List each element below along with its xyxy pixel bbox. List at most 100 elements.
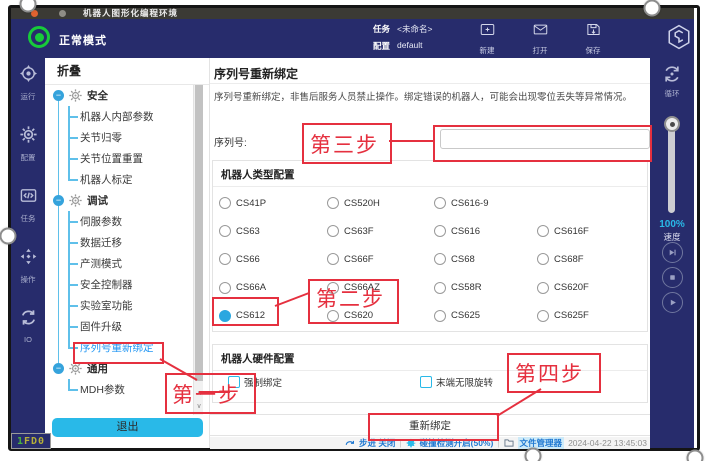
robot-type-option-CS616F[interactable]: CS616F: [537, 225, 643, 237]
scroll-up-arrow[interactable]: ∧: [194, 388, 204, 400]
skip-next-button[interactable]: [662, 242, 683, 263]
skip-next-icon: [668, 248, 677, 257]
robot-type-option-CS66A[interactable]: CS66A: [219, 282, 327, 294]
tree-item[interactable]: 数据迁移: [45, 232, 197, 253]
tree-item[interactable]: 产测模式: [45, 253, 197, 274]
loop-icon[interactable]: [662, 64, 682, 84]
sidebar-item-IO[interactable]: IO: [20, 309, 37, 349]
radio-icon[interactable]: [434, 225, 446, 237]
tree-scrollbar[interactable]: ∧ ∨: [193, 85, 203, 415]
radio-icon[interactable]: [219, 282, 231, 294]
tree-item[interactable]: 序列号重新绑定: [45, 337, 197, 358]
robot-type-option-CS620F[interactable]: CS620F: [537, 282, 643, 294]
radio-icon[interactable]: [434, 310, 446, 322]
checkbox-icon[interactable]: [420, 376, 432, 388]
robot-type-option-CS58R[interactable]: CS58R: [434, 282, 537, 294]
打开-button[interactable]: 打开: [520, 22, 560, 56]
robot-type-option-CS520H[interactable]: CS520H: [327, 197, 434, 209]
tree-item[interactable]: 机器人标定: [45, 169, 197, 190]
保存-button[interactable]: 保存: [573, 22, 613, 56]
robot-type-option-CS616[interactable]: CS616: [434, 225, 537, 237]
robot-type-section: 机器人类型配置 CS41PCS520HCS616-9CS63CS63FCS616…: [212, 160, 648, 332]
radio-icon[interactable]: [434, 253, 446, 265]
robot-type-option-CS620[interactable]: CS620: [327, 310, 434, 322]
rebind-button[interactable]: 重新绑定: [210, 414, 650, 436]
step-mode-icon: [345, 438, 355, 448]
robot-type-option-CS625[interactable]: CS625: [434, 310, 537, 322]
radio-icon[interactable]: [327, 225, 339, 237]
task-value: <未命名>: [397, 23, 432, 35]
radio-icon[interactable]: [434, 282, 446, 294]
robot-type-option-CS63[interactable]: CS63: [219, 225, 327, 237]
radio-icon[interactable]: [537, 253, 549, 265]
sidebar-item-任务[interactable]: 任务: [20, 187, 37, 227]
tree-item[interactable]: MDH参数: [45, 379, 197, 398]
tree-group-安全[interactable]: 安全: [45, 85, 197, 106]
separator: |: [399, 438, 401, 448]
robot-type-option-CS612[interactable]: CS612: [219, 310, 327, 322]
radio-icon[interactable]: [327, 282, 339, 294]
新建-button[interactable]: 新建: [467, 22, 507, 56]
tree-item[interactable]: 关节归零: [45, 127, 197, 148]
tree-group-调试[interactable]: 调试: [45, 190, 197, 211]
mode-label: 正常模式: [59, 32, 107, 48]
radio-icon[interactable]: [537, 282, 549, 294]
scrollbar-thumb[interactable]: [195, 85, 203, 381]
robot-type-option-CS66[interactable]: CS66: [219, 253, 327, 265]
collapse-minus-icon[interactable]: [53, 195, 64, 206]
robot-type-option-CS41P[interactable]: CS41P: [219, 197, 327, 209]
radio-icon[interactable]: [219, 197, 231, 209]
robot-type-option-CS63F[interactable]: CS63F: [327, 225, 434, 237]
tree-item[interactable]: 机器人内部参数: [45, 106, 197, 127]
radio-icon[interactable]: [219, 225, 231, 237]
checkbox-强制绑定[interactable]: 强制绑定: [228, 375, 282, 389]
collision-status[interactable]: 碰撞检测开启(50%): [420, 437, 494, 449]
robot-type-option-CS625F[interactable]: CS625F: [537, 310, 643, 322]
minimize-button[interactable]: [59, 10, 66, 17]
code-prefix: 1: [17, 436, 24, 447]
speed-slider-knob[interactable]: [664, 116, 680, 132]
sidebar-item-运行[interactable]: 运行: [20, 65, 37, 105]
robot-type-option-CS66F[interactable]: CS66F: [327, 253, 434, 265]
collapse-minus-icon[interactable]: [53, 90, 64, 101]
radio-icon[interactable]: [327, 253, 339, 265]
checkbox-末端无限旋转[interactable]: 末端无限旋转: [420, 375, 493, 389]
transport-buttons: [650, 242, 694, 313]
file-manager-link[interactable]: 文件管理器: [518, 437, 565, 449]
tree-item[interactable]: 实验室功能: [45, 295, 197, 316]
scroll-down-arrow[interactable]: ∨: [194, 401, 204, 413]
play-button[interactable]: [662, 292, 683, 313]
robot-type-option-CS616-9[interactable]: CS616-9: [434, 197, 537, 209]
radio-icon[interactable]: [219, 253, 231, 265]
left-nav: 运行配置任务操作 IO: [11, 58, 45, 448]
robot-type-title: 机器人类型配置: [221, 167, 295, 182]
collapse-minus-icon[interactable]: [53, 363, 64, 374]
exit-button[interactable]: 退出: [52, 418, 203, 437]
tree-item[interactable]: 固件升级: [45, 316, 197, 337]
sidebar-item-配置[interactable]: 配置: [20, 126, 37, 166]
settings-tree-panel: 折叠 安全机器人内部参数关节归零关节位置重置机器人标定调试伺服参数数据迁移产测模…: [45, 58, 210, 448]
tree-item[interactable]: 关节位置重置: [45, 148, 197, 169]
step-mode-status[interactable]: 步进 关闭: [359, 437, 395, 449]
radio-icon[interactable]: [537, 310, 549, 322]
warning-text: 序列号重新绑定，非售后服务人员禁止操作。绑定错误的机器人，可能会出现零位丢失等异…: [214, 91, 642, 105]
app-header: 正常模式 任务<未命名> 配置default 新建打开保存: [11, 19, 694, 58]
sidebar-item-操作[interactable]: 操作: [20, 248, 37, 288]
checkbox-icon[interactable]: [228, 376, 240, 388]
tree-item[interactable]: 伺服参数: [45, 211, 197, 232]
robot-type-option-CS68[interactable]: CS68: [434, 253, 537, 265]
collapse-header[interactable]: 折叠: [45, 58, 209, 85]
tree-item[interactable]: 安全控制器: [45, 274, 197, 295]
radio-icon[interactable]: [434, 197, 446, 209]
speed-slider-track[interactable]: [668, 120, 675, 213]
radio-icon[interactable]: [327, 197, 339, 209]
radio-icon[interactable]: [327, 310, 339, 322]
radio-icon[interactable]: [219, 310, 231, 322]
page-title: 序列号重新绑定: [214, 65, 298, 82]
robot-type-option-CS66AZ[interactable]: CS66AZ: [327, 282, 434, 294]
stop-button[interactable]: [662, 267, 683, 288]
radio-icon[interactable]: [537, 225, 549, 237]
tree-group-通用[interactable]: 通用: [45, 358, 197, 379]
serial-input[interactable]: [440, 129, 650, 149]
robot-type-option-CS68F[interactable]: CS68F: [537, 253, 643, 265]
